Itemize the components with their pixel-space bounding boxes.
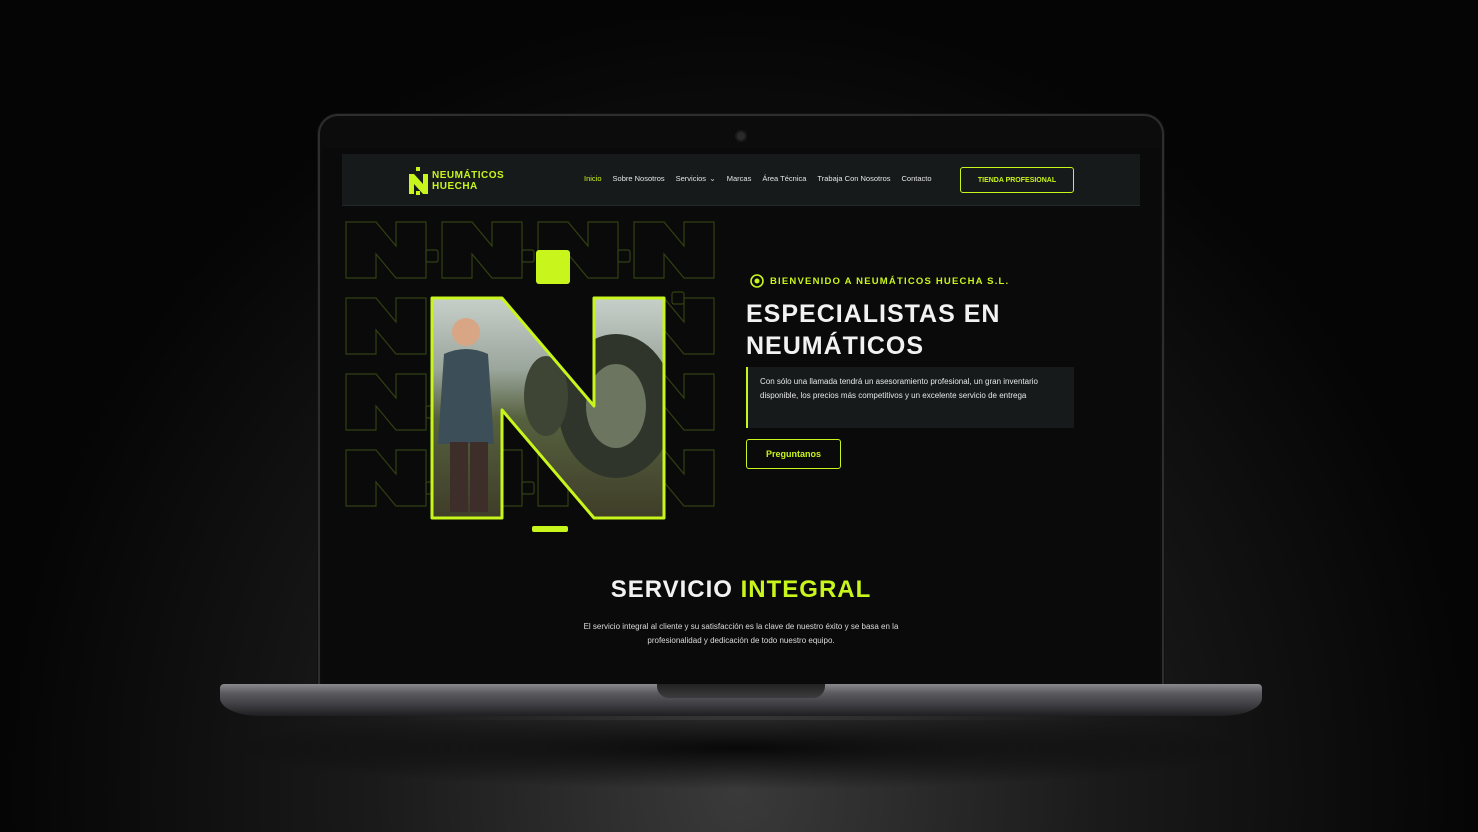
nav-link-marcas[interactable]: Marcas: [727, 174, 752, 183]
professional-store-button[interactable]: TIENDA PROFESIONAL: [960, 167, 1074, 193]
section-title: SERVICIO INTEGRAL: [322, 576, 1160, 604]
nav-link-contacto[interactable]: Contacto: [902, 174, 932, 183]
site-logo[interactable]: NEUMÁTICOS HUECHA: [408, 167, 504, 195]
accent-bar-bottom: [532, 526, 568, 532]
laptop-screen: NEUMÁTICOS HUECHA Inicio Sobre Nosotros …: [322, 148, 1160, 688]
nav-link-inicio[interactable]: Inicio: [584, 174, 602, 183]
preguntanos-button[interactable]: Preguntanos: [746, 439, 841, 469]
hero-title: ESPECIALISTAS EN NEUMÁTICOS: [746, 298, 1106, 362]
nav-link-servicios[interactable]: Servicios: [676, 174, 706, 183]
hero-title-line-1: ESPECIALISTAS EN: [746, 300, 1001, 328]
chevron-down-icon: ⌄: [709, 174, 716, 183]
nav-link-servicios-wrap[interactable]: Servicios ⌄: [676, 174, 716, 183]
hero-description-box: Con sólo una llamada tendrá un asesorami…: [746, 367, 1074, 428]
navbar: NEUMÁTICOS HUECHA Inicio Sobre Nosotros …: [342, 154, 1140, 206]
section-title-highlight: INTEGRAL: [740, 576, 872, 603]
accent-square-top: [536, 250, 570, 284]
logo-line-1: NEUMÁTICOS: [432, 170, 505, 181]
logo-line-2: HUECHA: [432, 181, 478, 192]
hero-eyebrow: BIENVENIDO A NEUMÁTICOS HUECHA S.L.: [750, 274, 1009, 288]
hero-description: Con sólo una llamada tendrá un asesorami…: [760, 377, 1038, 400]
laptop-notch: [657, 684, 825, 698]
logo-n-icon: [409, 167, 428, 195]
section-title-plain: SERVICIO: [610, 576, 741, 603]
hero-eyebrow-text: BIENVENIDO A NEUMÁTICOS HUECHA S.L.: [770, 275, 1010, 287]
floor-shadow: [220, 720, 1260, 790]
nav-link-trabaja[interactable]: Trabaja Con Nosotros: [817, 174, 890, 183]
camera-icon: [735, 130, 747, 142]
nav-links: Inicio Sobre Nosotros Servicios ⌄ Marcas …: [584, 174, 932, 183]
hero-n-photo: [430, 250, 666, 532]
hero-title-line-2: NEUMÁTICOS: [746, 332, 925, 360]
nav-link-area-tecnica[interactable]: Área Técnica: [762, 174, 806, 183]
logo-text: NEUMÁTICOS HUECHA: [432, 170, 504, 192]
section-description: El servicio integral al cliente y su sat…: [583, 622, 899, 645]
nav-link-sobre-nosotros[interactable]: Sobre Nosotros: [613, 174, 665, 183]
tire-icon: [750, 274, 764, 288]
